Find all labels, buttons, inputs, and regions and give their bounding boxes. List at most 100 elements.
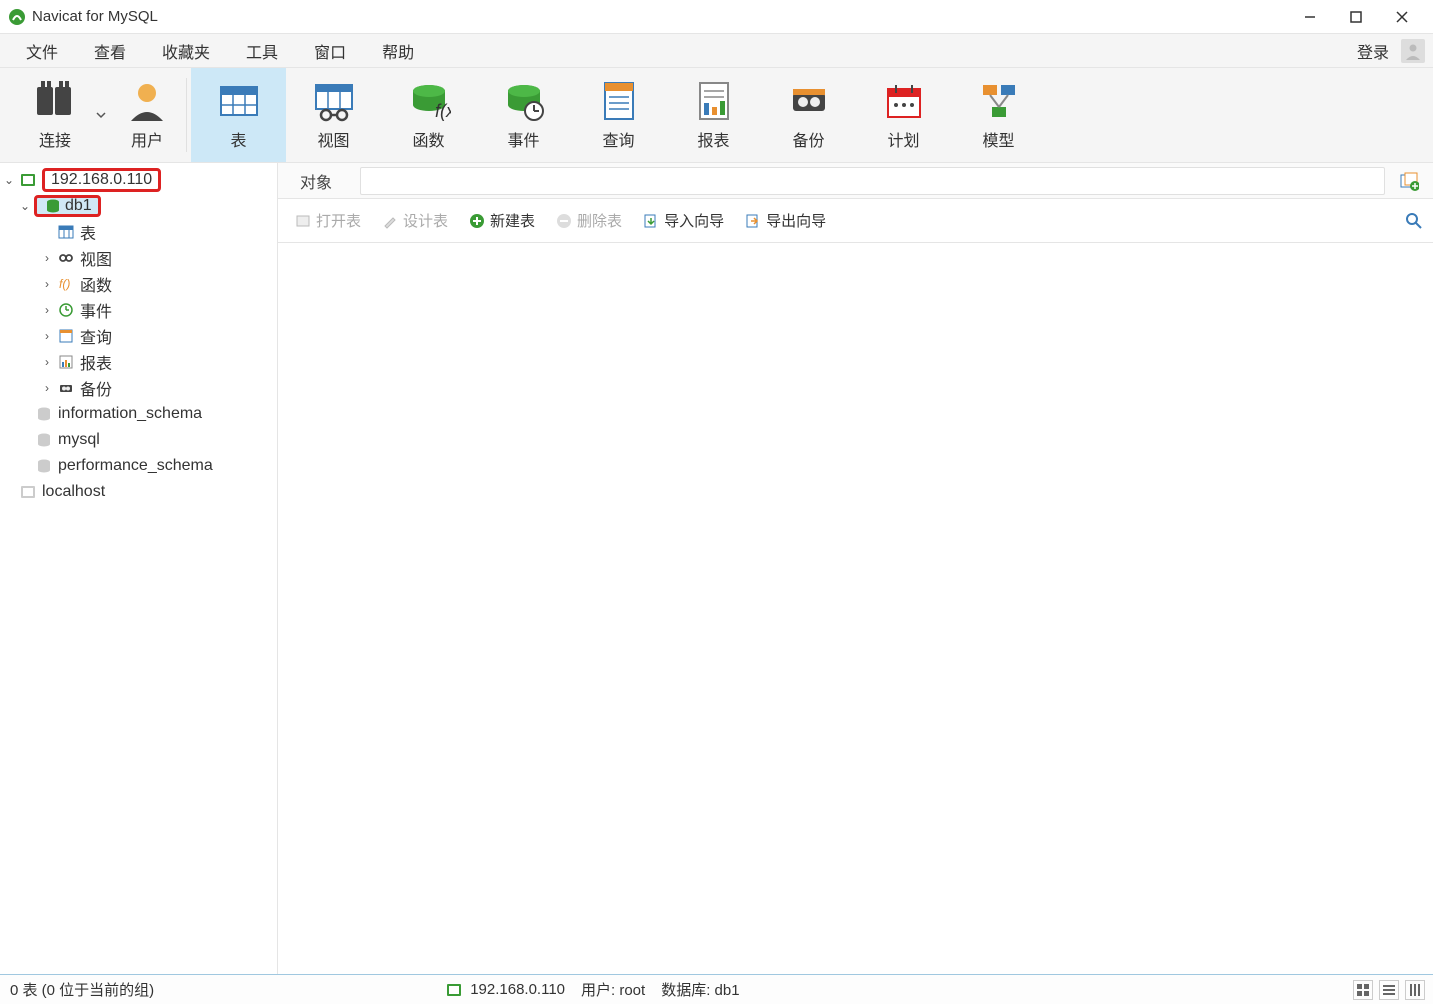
plug-icon: [33, 79, 77, 123]
backup-icon: [787, 79, 831, 123]
view-list-button[interactable]: [1379, 980, 1399, 1000]
search-button[interactable]: [1403, 210, 1425, 232]
caret-down-icon[interactable]: ⌄: [0, 173, 18, 187]
tree-connection-localhost[interactable]: localhost: [0, 479, 277, 505]
ribbon-event-button[interactable]: 事件: [476, 68, 571, 162]
tree-database-mysql[interactable]: mysql: [0, 427, 277, 453]
model-icon: [977, 79, 1021, 123]
import-wizard-label: 导入向导: [664, 210, 724, 231]
ribbon-table-button[interactable]: 表: [191, 68, 286, 162]
tree-reports[interactable]: › 报表: [0, 349, 277, 375]
ribbon-view-label: 视图: [317, 127, 349, 151]
open-table-button[interactable]: 打开表: [286, 206, 369, 235]
tree-events[interactable]: › 事件: [0, 297, 277, 323]
status-user-label: 用户:: [581, 982, 615, 999]
menu-tools[interactable]: 工具: [228, 33, 296, 69]
tree-views-label: 视图: [80, 246, 112, 270]
ribbon-model-button[interactable]: 模型: [951, 68, 1046, 162]
ribbon-user-button[interactable]: 用户: [112, 68, 182, 162]
caret-right-icon[interactable]: ›: [38, 329, 56, 343]
view-small-icon: [56, 248, 76, 268]
status-db-label: 数据库:: [661, 982, 710, 999]
ribbon-query-button[interactable]: 查询: [571, 68, 666, 162]
maximize-button[interactable]: [1333, 2, 1379, 32]
event-icon: [502, 79, 546, 123]
window-title: Navicat for MySQL: [32, 8, 158, 25]
menu-help[interactable]: 帮助: [364, 33, 432, 69]
export-wizard-button[interactable]: 导出向导: [736, 206, 834, 235]
login-link[interactable]: 登录: [1351, 33, 1395, 69]
ribbon-connect-button[interactable]: 连接: [20, 68, 90, 162]
caret-right-icon[interactable]: ›: [38, 355, 56, 369]
open-table-label: 打开表: [316, 210, 361, 231]
function-small-icon: f(): [56, 274, 76, 294]
tree-functions[interactable]: › f() 函数: [0, 271, 277, 297]
menu-file[interactable]: 文件: [8, 33, 76, 69]
tree-connection-label: 192.168.0.110: [51, 171, 152, 189]
close-button[interactable]: [1379, 2, 1425, 32]
ribbon-report-label: 报表: [697, 127, 729, 151]
ribbon-query-label: 查询: [602, 127, 634, 151]
svg-text:f(x): f(x): [435, 101, 451, 121]
ribbon-table-label: 表: [230, 127, 246, 151]
design-table-button[interactable]: 设计表: [373, 206, 456, 235]
new-table-button[interactable]: 新建表: [460, 206, 543, 235]
address-field[interactable]: [360, 167, 1385, 195]
caret-right-icon[interactable]: ›: [38, 251, 56, 265]
tree-database-info-schema[interactable]: information_schema: [0, 401, 277, 427]
design-table-label: 设计表: [403, 210, 448, 231]
tab-objects[interactable]: 对象: [278, 163, 354, 199]
tree-connection-1[interactable]: ⌄ 192.168.0.110: [0, 167, 277, 193]
new-tab-button[interactable]: [1391, 167, 1427, 195]
titlebar: Navicat for MySQL: [0, 0, 1433, 34]
statusbar: 0 表 (0 位于当前的组) 192.168.0.110 用户: root 数据…: [0, 974, 1433, 1004]
user-avatar-icon[interactable]: [1401, 39, 1425, 63]
tree-database-db1[interactable]: ⌄ db1: [0, 193, 277, 219]
report-small-icon: [56, 352, 76, 372]
tree-backups[interactable]: › 备份: [0, 375, 277, 401]
tree-localhost-label: localhost: [42, 483, 105, 501]
table-small-icon: [56, 222, 76, 242]
export-icon: [744, 212, 762, 230]
tree-queries[interactable]: › 查询: [0, 323, 277, 349]
view-detail-button[interactable]: [1405, 980, 1425, 1000]
connect-dropdown-arrow[interactable]: [90, 68, 112, 162]
tree-mysql-label: mysql: [58, 431, 100, 449]
delete-table-button[interactable]: 删除表: [547, 206, 630, 235]
ribbon-report-button[interactable]: 报表: [666, 68, 761, 162]
import-wizard-button[interactable]: 导入向导: [634, 206, 732, 235]
ribbon-function-label: 函数: [412, 127, 444, 151]
menu-favorites[interactable]: 收藏夹: [144, 33, 228, 69]
ribbon-backup-label: 备份: [792, 127, 824, 151]
view-grid-button[interactable]: [1353, 980, 1373, 1000]
ribbon-view-button[interactable]: 视图: [286, 68, 381, 162]
table-icon: [217, 79, 261, 123]
tree-database-perf-schema[interactable]: performance_schema: [0, 453, 277, 479]
database-active-icon: [43, 196, 63, 216]
tree-tables[interactable]: 表: [0, 219, 277, 245]
caret-down-icon[interactable]: ⌄: [16, 199, 34, 213]
query-small-icon: [56, 326, 76, 346]
tree-perf-schema-label: performance_schema: [58, 457, 213, 475]
tree-tables-label: 表: [80, 220, 96, 244]
ribbon-connect-label: 连接: [39, 133, 71, 150]
ribbon-backup-button[interactable]: 备份: [761, 68, 856, 162]
tree-backups-label: 备份: [80, 376, 112, 400]
ribbon-function-button[interactable]: f(x) 函数: [381, 68, 476, 162]
caret-right-icon[interactable]: ›: [38, 277, 56, 291]
object-toolbar: 打开表 设计表 新建表 删除表 导入向导 导出向导: [278, 199, 1433, 243]
ribbon-schedule-button[interactable]: 计划: [856, 68, 951, 162]
connection-tree[interactable]: ⌄ 192.168.0.110 ⌄ db1 表 ›: [0, 163, 278, 974]
open-icon: [294, 212, 312, 230]
navicat-logo-icon: [8, 8, 26, 26]
report-icon: [692, 79, 736, 123]
menu-window[interactable]: 窗口: [296, 33, 364, 69]
caret-right-icon[interactable]: ›: [38, 303, 56, 317]
database-inactive-icon: [34, 456, 54, 476]
tree-functions-label: 函数: [80, 272, 112, 296]
menu-view[interactable]: 查看: [76, 33, 144, 69]
minimize-button[interactable]: [1287, 2, 1333, 32]
caret-right-icon[interactable]: ›: [38, 381, 56, 395]
tree-views[interactable]: › 视图: [0, 245, 277, 271]
tree-reports-label: 报表: [80, 350, 112, 374]
